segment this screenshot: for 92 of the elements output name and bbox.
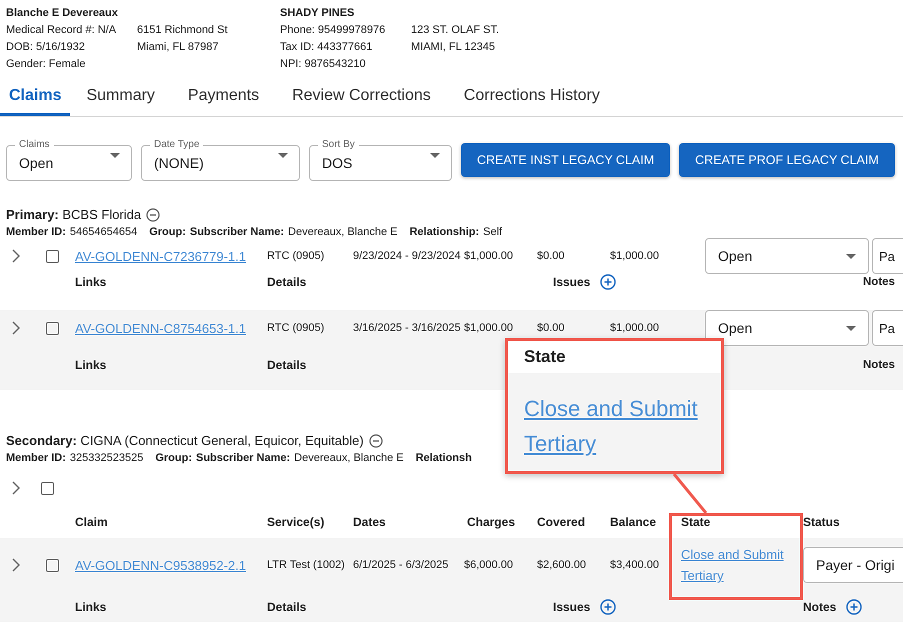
member-value: Self (483, 226, 502, 238)
caret-icon (846, 326, 856, 331)
payer-heading: Primary: BCBS Florida (6, 207, 142, 222)
collapse-icon[interactable] (146, 208, 160, 222)
covered-cell-text: $0.00 (537, 322, 566, 334)
member-label: Member ID: (6, 226, 66, 238)
member-value: Devereaux, Blanche E (288, 226, 398, 238)
member-label: Member ID: (6, 452, 66, 464)
covered-cell-text: $0.00 (537, 250, 566, 262)
tab[interactable]: Payments (188, 78, 276, 116)
member-label: Group: (149, 226, 186, 238)
caret-icon (846, 254, 856, 259)
facility-name: SHADY PINES (280, 6, 356, 21)
dates-cell-text: 9/23/2024 - 9/23/2024 (353, 250, 462, 262)
create-claim-button[interactable]: CREATE PROF LEGACY CLAIM (679, 142, 895, 176)
chevron-icon[interactable] (12, 249, 20, 263)
charges-cell-text: $1,000.00 (464, 322, 514, 334)
service-cell-text: RTC (0905) (267, 249, 326, 264)
row-checkbox[interactable] (46, 322, 59, 334)
dropdown-field[interactable]: Pa (872, 310, 903, 346)
chevron-icon[interactable] (12, 558, 20, 572)
caret-icon (110, 153, 120, 158)
column-header: Balance (610, 515, 658, 529)
caret-icon (430, 153, 440, 158)
member-value: Devereaux, Blanche E (294, 452, 404, 464)
column-header: State (681, 515, 712, 529)
dates-cell-text: 3/16/2025 - 3/16/2025 (353, 322, 462, 334)
service-cell-text: LTR Test (1002) (267, 558, 346, 573)
chevron-icon[interactable] (12, 321, 20, 335)
patient-detail: Gender: Female (6, 57, 86, 72)
tab[interactable]: Summary (86, 78, 171, 116)
member-value: 54654654654 (70, 226, 138, 238)
tab[interactable]: Claims (0, 78, 70, 116)
column-header: Service(s) (267, 515, 326, 529)
payer-heading: Secondary: CIGNA (Connecticut General, Equicor, Equitable) (6, 433, 364, 448)
chevron-icon[interactable] (12, 481, 20, 495)
select-all-checkbox[interactable] (41, 482, 54, 494)
member-label: Subscriber Name: (196, 452, 290, 464)
column-header: Dates (353, 515, 387, 529)
links-label: Links (75, 275, 108, 289)
status-dropdown[interactable]: Payer - Origi (803, 547, 903, 583)
patient-address: 6151 Richmond St (137, 23, 228, 38)
patient-detail: DOB: 5/16/1932 (6, 40, 86, 55)
patient-address: Miami, FL 87987 (137, 40, 220, 55)
notes-label: Notes (863, 359, 895, 371)
row-checkbox[interactable] (46, 250, 59, 262)
service-cell-text: RTC (0905) (267, 321, 326, 336)
member-label: Group: (155, 452, 192, 464)
balance-cell-text: $1,000.00 (610, 250, 660, 262)
tab[interactable]: Review Corrections (292, 78, 447, 116)
details-label: Details (267, 358, 308, 372)
details-label: Details (267, 600, 308, 614)
callout-header: State (508, 341, 721, 373)
column-header: Charges (466, 515, 516, 529)
issues-label: Issues (553, 600, 590, 614)
charges-cell-text: $1,000.00 (464, 250, 514, 262)
column-header: Covered (537, 515, 586, 529)
caret-icon (278, 153, 288, 158)
column-header: Claim (75, 515, 109, 529)
balance-cell-text: $3,400.00 (610, 559, 660, 571)
links-label: Links (75, 600, 108, 614)
status-dropdown[interactable]: Open (705, 310, 869, 346)
tab[interactable]: Corrections History (464, 78, 616, 116)
member-label: Relationsh (416, 452, 472, 464)
facility-detail: Phone: 95499978976 (280, 23, 386, 38)
facility-detail: Tax ID: 443377661 (280, 40, 374, 55)
add-icon[interactable] (600, 274, 616, 290)
covered-cell-text: $2,600.00 (537, 559, 587, 571)
issues-label: Issues (553, 275, 590, 289)
status-dropdown[interactable]: Open (705, 238, 869, 274)
dropdown-field[interactable]: Pa (872, 238, 903, 274)
member-label: Relationship: (409, 226, 480, 238)
facility-detail: NPI: 9876543210 (280, 57, 367, 72)
patient-detail: Medical Record #: N/A (6, 23, 118, 38)
links-label: Links (75, 358, 108, 372)
member-value: 325332523525 (70, 452, 144, 464)
dates-cell-text: 6/1/2025 - 6/3/2025 (353, 559, 450, 571)
charges-cell-text: $6,000.00 (464, 559, 514, 571)
facility-address: MIAMI, FL 12345 (411, 40, 496, 55)
add-icon[interactable] (600, 599, 616, 615)
balance-cell-text: $1,000.00 (610, 322, 660, 334)
member-label: Subscriber Name: (190, 226, 284, 238)
notes-label: Notes (803, 600, 836, 614)
facility-address: 123 ST. OLAF ST. (411, 23, 500, 38)
add-icon[interactable] (846, 599, 862, 615)
collapse-icon[interactable] (368, 434, 383, 448)
details-label: Details (267, 275, 308, 289)
notes-label: Notes (863, 276, 895, 288)
patient-name: Blanche E Devereaux (6, 6, 119, 21)
column-header: Status (803, 515, 841, 529)
row-checkbox[interactable] (46, 558, 59, 572)
create-claim-button[interactable]: CREATE INST LEGACY CLAIM (461, 142, 670, 176)
